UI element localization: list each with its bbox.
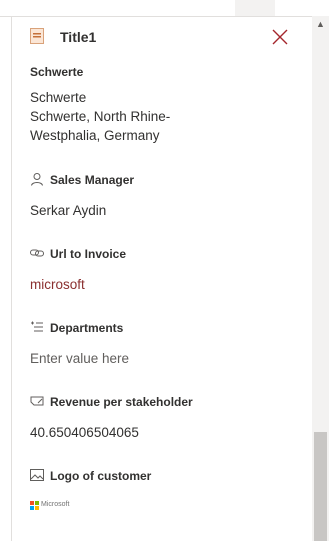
url-invoice-link[interactable]: microsoft bbox=[30, 275, 85, 294]
revenue-label: Revenue per stakeholder bbox=[30, 394, 193, 409]
logo-label: Logo of customer bbox=[30, 468, 151, 483]
document-icon bbox=[30, 28, 44, 44]
microsoft-logo-text: Microsoft bbox=[41, 501, 70, 508]
microsoft-logo-icon bbox=[30, 501, 39, 510]
top-tab bbox=[235, 0, 275, 16]
departments-input[interactable]: Enter value here bbox=[30, 349, 129, 368]
panel-left-border bbox=[11, 16, 12, 541]
location-line: Schwerte bbox=[30, 90, 87, 105]
image-icon bbox=[30, 469, 44, 481]
revenue-label-text: Revenue per stakeholder bbox=[50, 395, 193, 409]
url-invoice-label-text: Url to Invoice bbox=[50, 247, 127, 261]
location-line: Schwerte, North Rhine- bbox=[30, 109, 171, 124]
departments-label-text: Departments bbox=[50, 321, 124, 335]
close-icon[interactable] bbox=[270, 27, 290, 47]
link-icon bbox=[30, 249, 44, 257]
panel-header: Title1 bbox=[30, 26, 300, 50]
location-title: Schwerte bbox=[30, 65, 84, 79]
scroll-up-arrow-icon[interactable]: ▲ bbox=[316, 20, 325, 29]
sales-manager-value[interactable]: Serkar Aydin bbox=[30, 201, 106, 220]
choice-list-icon bbox=[31, 321, 43, 332]
logo-label-text: Logo of customer bbox=[50, 469, 152, 483]
location-value: Schwerte Schwerte, North Rhine- Westphal… bbox=[30, 88, 170, 145]
location-line: Westphalia, Germany bbox=[30, 128, 160, 143]
edit-number-icon bbox=[30, 396, 44, 406]
url-invoice-label: Url to Invoice bbox=[30, 246, 126, 261]
panel-title: Title1 bbox=[60, 29, 97, 45]
sales-manager-label-text: Sales Manager bbox=[50, 173, 135, 187]
revenue-value[interactable]: 40.650406504065 bbox=[30, 423, 139, 442]
scrollbar-thumb[interactable] bbox=[314, 432, 327, 541]
person-icon bbox=[31, 173, 43, 186]
sales-manager-label: Sales Manager bbox=[30, 172, 134, 187]
departments-label: Departments bbox=[30, 320, 123, 335]
top-strip bbox=[0, 0, 329, 17]
